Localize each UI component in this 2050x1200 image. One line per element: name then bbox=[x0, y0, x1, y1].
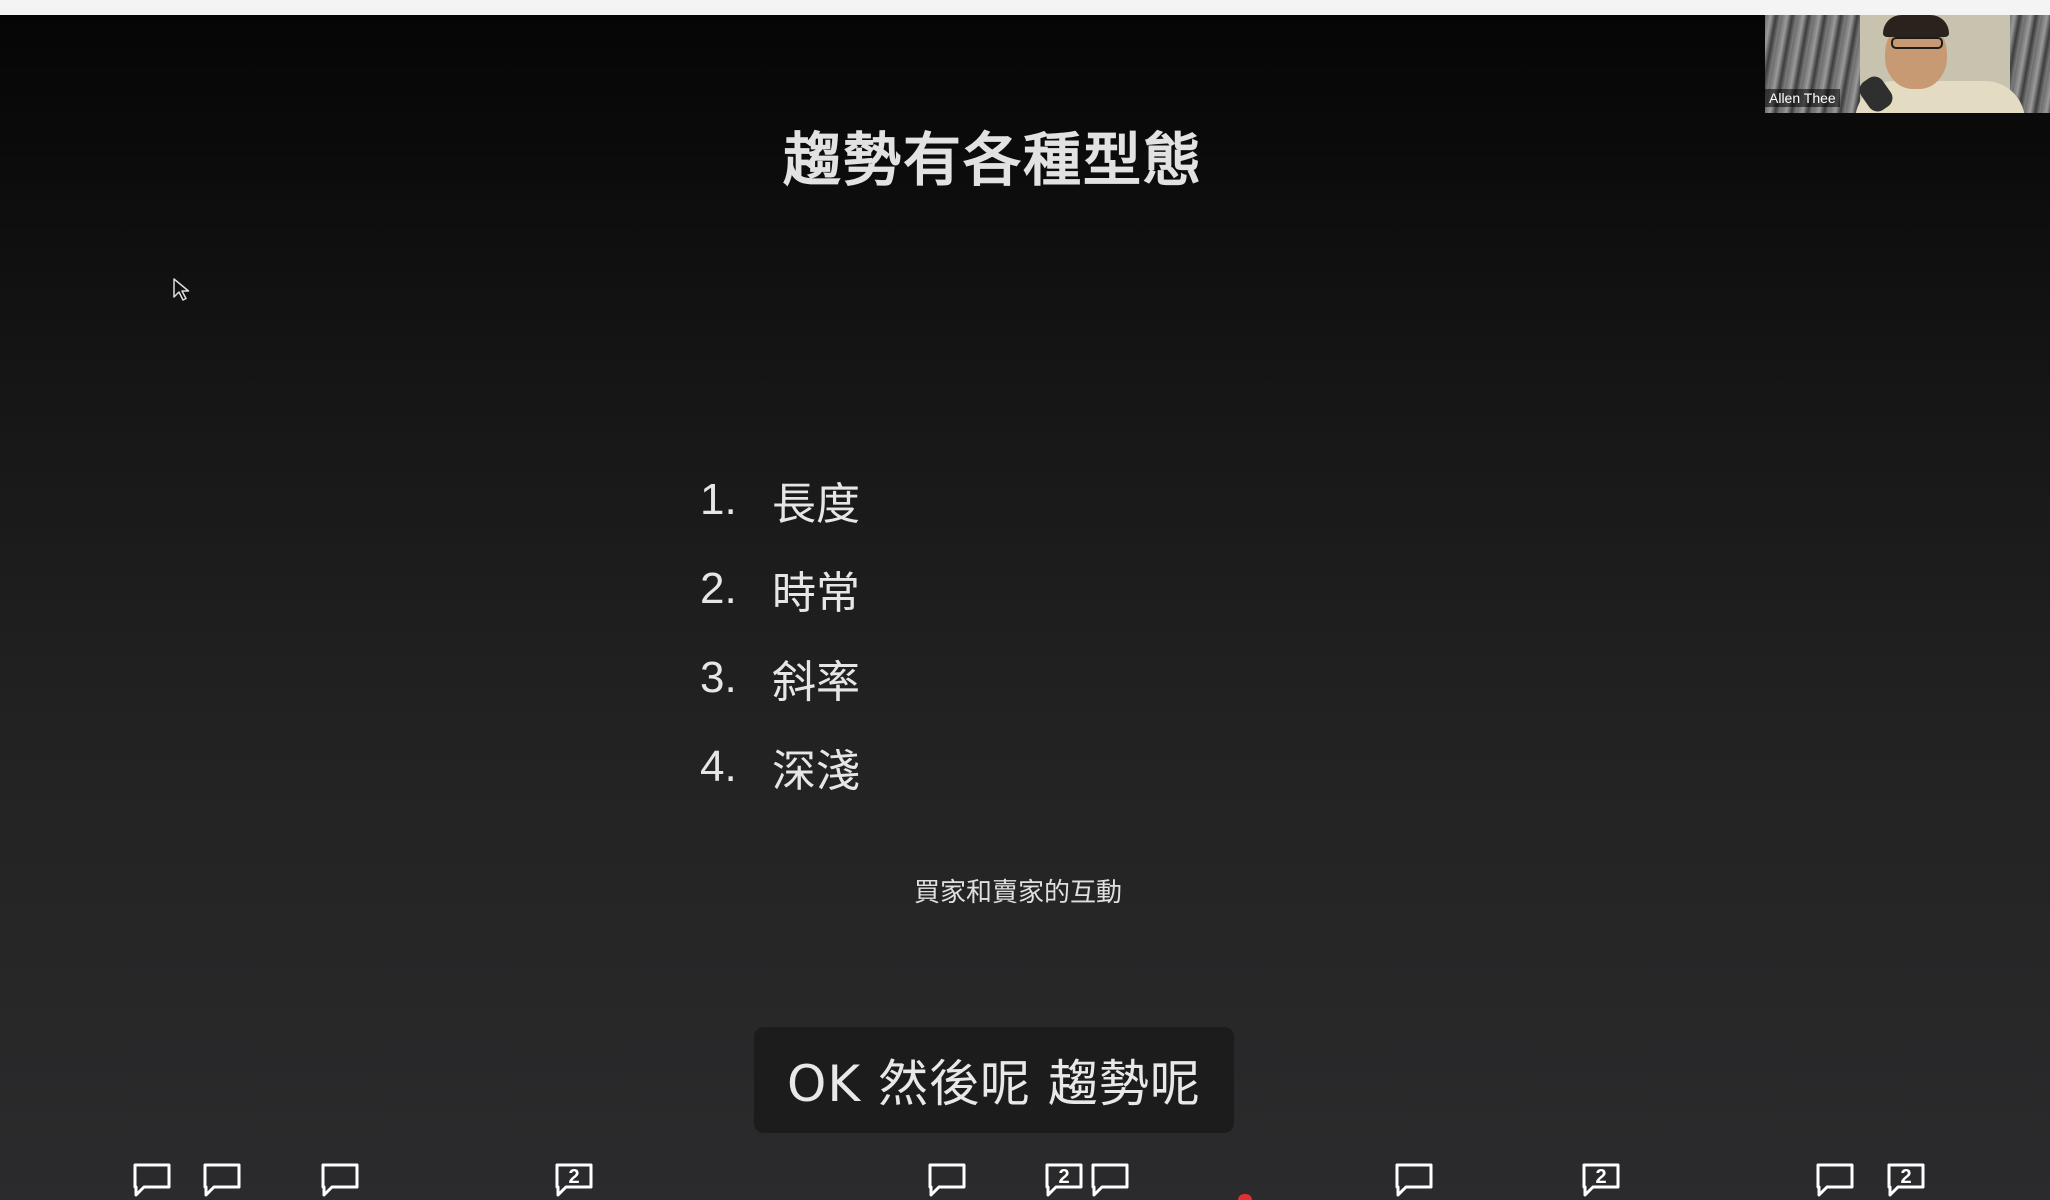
comment-marker[interactable] bbox=[1815, 1162, 1855, 1198]
participant-name: Allen Thee bbox=[1765, 89, 1840, 107]
comment-count: 2 bbox=[1595, 1166, 1607, 1188]
list-item-text: 深淺 bbox=[772, 745, 860, 797]
slide-title: 趨勢有各種型態 bbox=[782, 126, 1203, 194]
comment-marker[interactable] bbox=[927, 1162, 967, 1198]
comment-count: 2 bbox=[568, 1166, 580, 1188]
list-item: 1. 長度 bbox=[700, 455, 860, 544]
list-item-text: 時常 bbox=[772, 567, 860, 619]
list-item-number: 1. bbox=[700, 474, 737, 524]
list-item: 4. 深淺 bbox=[700, 722, 860, 811]
list-item-text: 長度 bbox=[772, 478, 860, 530]
window-top-bar bbox=[0, 0, 2050, 15]
list-item: 3. 斜率 bbox=[700, 633, 860, 722]
comment-marker[interactable] bbox=[1090, 1162, 1130, 1198]
slide-list: 1. 長度 2. 時常 3. 斜率 4. 深淺 bbox=[700, 455, 860, 811]
list-item-number: 4. bbox=[700, 741, 737, 791]
comment-marker[interactable] bbox=[202, 1162, 242, 1198]
comment-marker[interactable] bbox=[320, 1162, 360, 1198]
list-item-text: 斜率 bbox=[772, 656, 860, 708]
participant-glasses bbox=[1891, 37, 1943, 49]
comment-marker[interactable] bbox=[1394, 1162, 1434, 1198]
list-item-number: 2. bbox=[700, 563, 737, 613]
slide-note: 買家和賣家的互動 bbox=[913, 878, 1122, 908]
comment-marker[interactable]: 2 bbox=[1886, 1162, 1926, 1198]
comment-marker[interactable]: 2 bbox=[1044, 1162, 1084, 1198]
comment-marker[interactable]: 2 bbox=[1581, 1162, 1621, 1198]
participant-hair bbox=[1883, 15, 1949, 37]
comment-count: 2 bbox=[1900, 1166, 1912, 1188]
comment-marker[interactable] bbox=[132, 1162, 172, 1198]
shared-screen-stage: 趨勢有各種型態 1. 長度 2. 時常 3. 斜率 4. 深淺 買家和賣家的互動 bbox=[0, 15, 2050, 1200]
comment-marker[interactable]: 2 bbox=[554, 1162, 594, 1198]
list-item: 2. 時常 bbox=[700, 544, 860, 633]
mouse-cursor-icon bbox=[173, 278, 191, 302]
live-caption: OK 然後呢 趨勢呢 bbox=[754, 1027, 1234, 1133]
participant-video-tile[interactable]: Allen Thee bbox=[1765, 15, 2050, 113]
comment-count: 2 bbox=[1058, 1166, 1070, 1188]
red-marker-dot bbox=[1238, 1194, 1252, 1200]
list-item-number: 3. bbox=[700, 652, 737, 702]
